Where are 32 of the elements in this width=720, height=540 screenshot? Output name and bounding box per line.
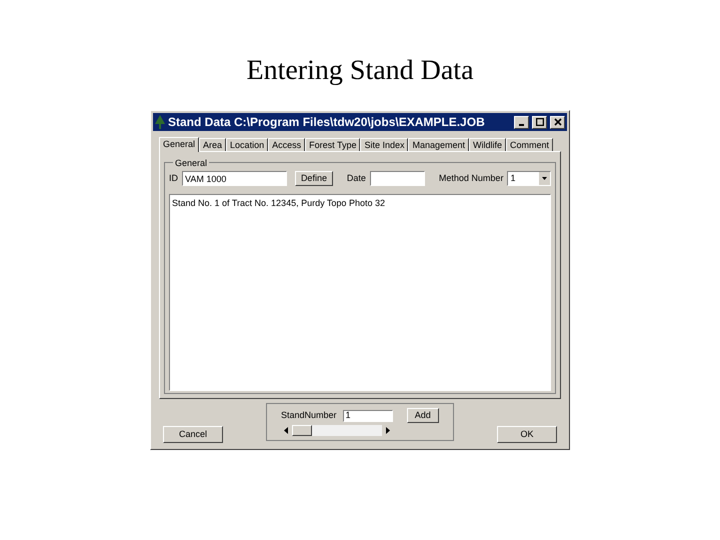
tab[interactable]: Wildlife [469, 138, 506, 151]
stand-number-field[interactable]: 1 [342, 410, 393, 422]
tree-icon [155, 115, 165, 129]
memo-field[interactable]: Stand No. 1 of Tract No. 12345, Purdy Topo Photo 32 [169, 194, 551, 391]
stand-number-label: StandNumber [281, 408, 337, 422]
tab[interactable]: Comment [506, 138, 554, 151]
cancel-button[interactable]: Cancel [163, 426, 223, 443]
scroll-thumb[interactable] [292, 425, 312, 436]
tab[interactable]: Area [199, 138, 226, 151]
tab[interactable]: Access [268, 138, 306, 151]
minimize-button[interactable] [514, 116, 529, 128]
id-label: ID [169, 172, 178, 185]
method-number-label: Method Number [438, 172, 504, 185]
date-label: Date [346, 172, 366, 185]
method-number-dropdown[interactable]: 1 [507, 171, 551, 186]
ok-button[interactable]: OK [497, 426, 557, 443]
close-icon [554, 118, 562, 126]
date-field[interactable] [370, 171, 425, 186]
maximize-button[interactable] [532, 116, 547, 128]
add-button[interactable]: Add [406, 408, 439, 423]
tab[interactable]: Management [408, 138, 470, 151]
tab[interactable]: General [159, 137, 200, 152]
tab[interactable]: Forest Type [305, 138, 360, 151]
method-number-value: 1 [509, 172, 516, 185]
close-button[interactable] [550, 116, 565, 128]
tab[interactable]: Location [226, 138, 268, 151]
slide-title: Entering Stand Data [246, 54, 474, 88]
tab[interactable]: Site Index [360, 138, 408, 151]
define-button[interactable]: Define [295, 171, 333, 186]
id-field[interactable]: VAM 1000 [182, 171, 287, 186]
maximize-icon [536, 118, 544, 126]
window-title: Stand Data C:\Program Files\tdw20\jobs\EXAMPLE.JOB [168, 114, 486, 131]
